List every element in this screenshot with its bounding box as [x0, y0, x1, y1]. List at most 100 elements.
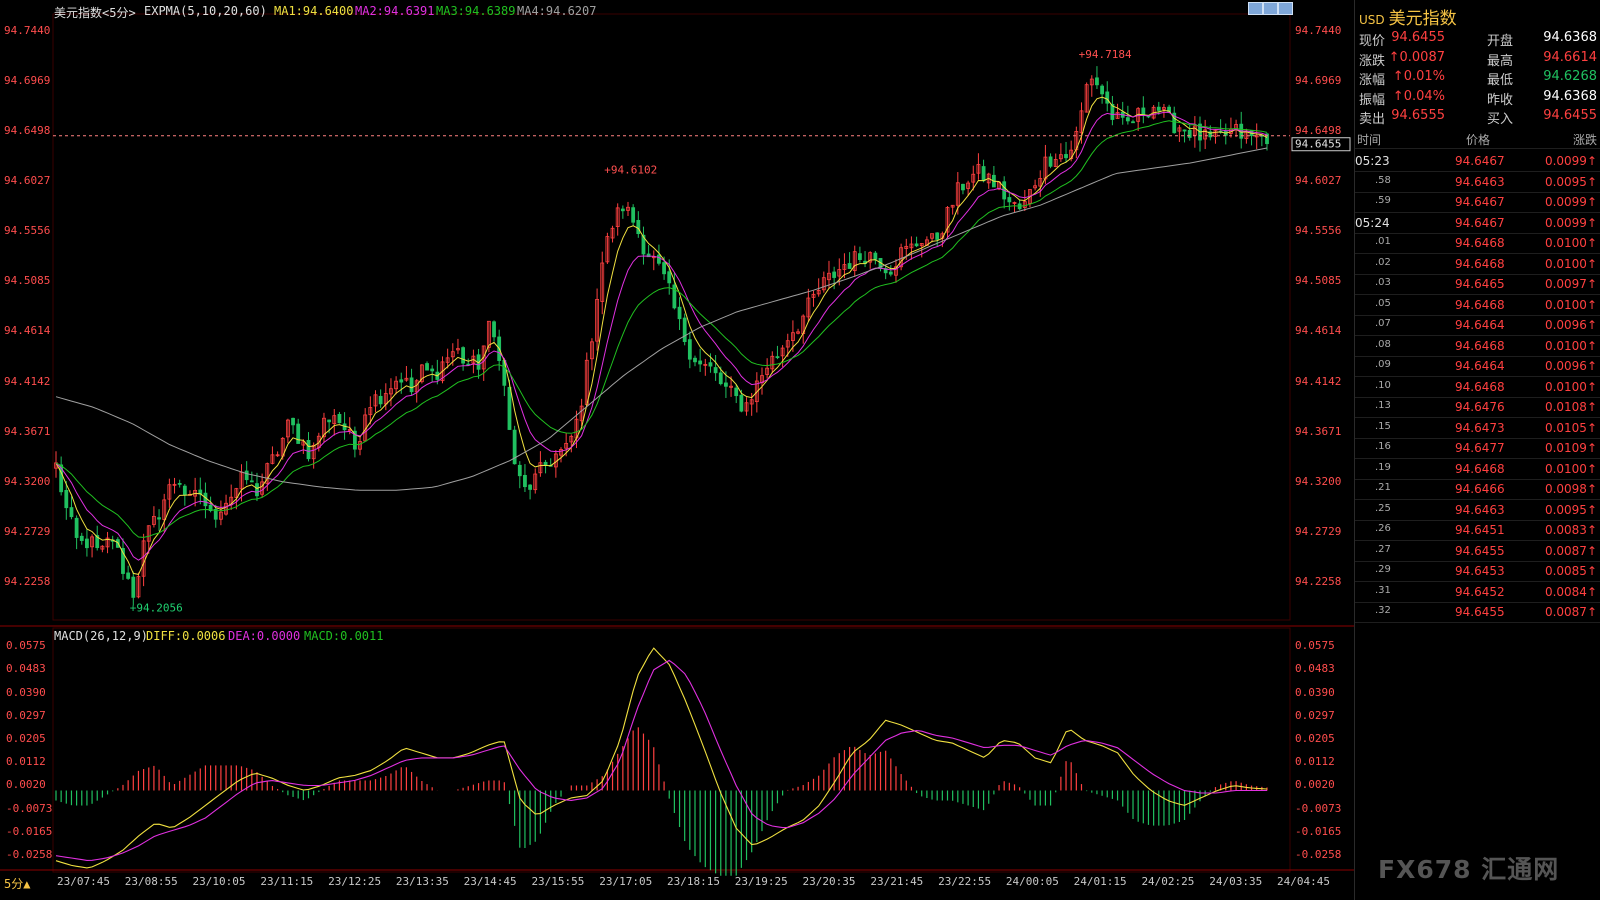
- tick-change: 0.0095↑: [1544, 502, 1597, 517]
- moving-average-lines: [53, 96, 1290, 575]
- candle-body: [337, 413, 342, 424]
- tick-row: .19 94.6468 0.0100↑: [1355, 459, 1600, 480]
- tick-row: .01 94.6468 0.0100↑: [1355, 233, 1600, 254]
- macd-axis-tick-left: -0.0258: [6, 848, 53, 862]
- tick-change: 0.0109↑: [1544, 441, 1597, 455]
- candle-body: [461, 347, 466, 364]
- price-axis-tick-left: 94.7440: [4, 24, 51, 37]
- time-axis-tick: 23/17:05: [599, 875, 653, 888]
- quote-row: 振幅 ↑0.04% 昨收 94.6368: [1355, 88, 1600, 108]
- tick-time: .13: [1375, 400, 1391, 411]
- tick-time: .25: [1375, 502, 1391, 514]
- candle-body: [698, 360, 703, 365]
- ticks-header: 时间 价格 涨跌: [1355, 128, 1600, 149]
- price-axis-tick-right: 94.6969: [1295, 74, 1342, 88]
- tick-change: 0.0099↑: [1544, 215, 1597, 230]
- candle-body: [182, 485, 187, 496]
- candle-body: [64, 489, 69, 509]
- candle-body: [713, 367, 718, 374]
- tick-change: 0.0100↑: [1544, 461, 1597, 476]
- price-axis-tick-left: 94.4142: [4, 374, 51, 388]
- tick-row: .31 94.6452 0.0084↑: [1355, 582, 1600, 603]
- tick-time: .09: [1375, 359, 1391, 370]
- tick-row: 05:23 94.6467 0.0099↑: [1355, 151, 1600, 172]
- watermark-logo: FX678 汇通网: [1378, 855, 1560, 884]
- quote-field-label: 最低: [1487, 73, 1514, 88]
- tick-price: 94.6465: [1455, 277, 1505, 291]
- chart-title: 美元指数<5分>: [54, 6, 136, 20]
- macd-axis-tick-right: 0.0205: [1295, 732, 1335, 746]
- macd-histogram: [55, 727, 1268, 876]
- restore-icon[interactable]: [1278, 2, 1293, 15]
- period-selector[interactable]: 5分▲: [4, 875, 30, 892]
- tick-change: 0.0095↑: [1544, 174, 1597, 189]
- price-axis-tick-right: 94.7440: [1295, 24, 1342, 37]
- price-axis-tick-left: 94.6027: [4, 174, 51, 188]
- macd-diff: DIFF:0.0006: [146, 629, 226, 643]
- tick-price: 94.6473: [1455, 420, 1505, 435]
- candle-body: [734, 387, 739, 397]
- candle-body: [306, 440, 311, 460]
- quote-field-label: 买入: [1487, 112, 1514, 127]
- tick-change: 0.0084↑: [1544, 584, 1597, 599]
- tick-time: .27: [1375, 543, 1391, 555]
- time-axis-tick: 23/11:15: [260, 875, 314, 888]
- tick-price: 94.6466: [1455, 482, 1505, 496]
- time-axis-tick: 24/04:45: [1277, 875, 1330, 888]
- tick-time: .10: [1375, 379, 1391, 391]
- candle-body: [636, 219, 641, 235]
- candle-body: [291, 417, 295, 426]
- price-axis-tick-right: 94.2258: [1295, 574, 1342, 588]
- quote-panel: USD 美元指数 现价 94.6455 开盘 94.6368 涨跌 ↑0.0087 最高 94.…: [1354, 0, 1600, 900]
- time-axis-tick: 24/03:35: [1209, 875, 1263, 888]
- ma1-label: MA1:94.6400: [274, 4, 354, 18]
- quote-field-value: 94.6268: [1543, 69, 1597, 84]
- candle-body: [74, 517, 79, 538]
- tick-row: .16 94.6477 0.0109↑: [1355, 438, 1600, 459]
- tick-row: .26 94.6451 0.0083↑: [1355, 520, 1600, 541]
- candle-body: [296, 423, 301, 444]
- candle-body: [739, 394, 744, 412]
- time-axis-tick: 23/07:45: [57, 875, 110, 888]
- candle-body: [399, 379, 404, 383]
- time-axis-tick: 23/21:45: [870, 875, 924, 888]
- ticks-column-header: 价格: [1466, 133, 1491, 147]
- zoom-out-icon[interactable]: [1263, 2, 1278, 15]
- tick-time: .31: [1375, 584, 1391, 596]
- tick-row: .59 94.6467 0.0099↑: [1355, 192, 1600, 213]
- tick-change: 0.0087↑: [1544, 543, 1597, 558]
- tick-row: 05:24 94.6467 0.0099↑: [1355, 213, 1600, 234]
- tick-change: 0.0085↑: [1544, 564, 1597, 578]
- tick-price: 94.6476: [1455, 400, 1505, 414]
- zoom-in-icon[interactable]: [1248, 2, 1263, 15]
- price-axis-tick-left: 94.2258: [4, 574, 51, 588]
- candle-body: [131, 576, 136, 598]
- time-axis-tick: 23/22:55: [938, 875, 992, 888]
- quote-field-label: 涨幅: [1359, 73, 1386, 88]
- quote-row: 涨跌 ↑0.0087 最高 94.6614: [1355, 49, 1600, 69]
- tick-row: .21 94.6466 0.0098↑: [1355, 479, 1600, 500]
- tick-change: 0.0099↑: [1544, 154, 1597, 168]
- time-axis-tick: 23/14:45: [463, 875, 517, 888]
- extreme-price-label: +94.2056: [130, 601, 183, 614]
- tick-row: .10 94.6468 0.0100↑: [1355, 377, 1600, 398]
- tick-price: 94.6477: [1455, 441, 1505, 455]
- tick-change: 0.0099↑: [1544, 195, 1597, 209]
- macd-axis-tick-left: -0.0165: [6, 824, 53, 838]
- macd-axis-tick-right: -0.0258: [1295, 848, 1342, 862]
- quote-instrument-name: 美元指数: [1388, 9, 1457, 29]
- candle-body: [126, 572, 131, 579]
- macd-axis-tick-right: 0.0297: [1295, 708, 1335, 722]
- price-axis-tick-right: 94.6498: [1295, 124, 1342, 138]
- tick-price: 94.6467: [1455, 215, 1505, 230]
- candle-body: [981, 166, 986, 182]
- candle-body: [528, 484, 532, 490]
- candle-body: [1187, 129, 1192, 138]
- ma4-label: MA4:94.6207: [517, 4, 597, 18]
- macd-axis-tick-left: 0.0390: [6, 685, 46, 699]
- candle-body: [708, 362, 713, 367]
- price-axis-tick-left: 94.6498: [4, 124, 51, 138]
- macd-axis-tick-right: -0.0165: [1295, 824, 1342, 838]
- candle-body: [1131, 121, 1135, 124]
- ma3-label: MA3:94.6389: [436, 4, 516, 18]
